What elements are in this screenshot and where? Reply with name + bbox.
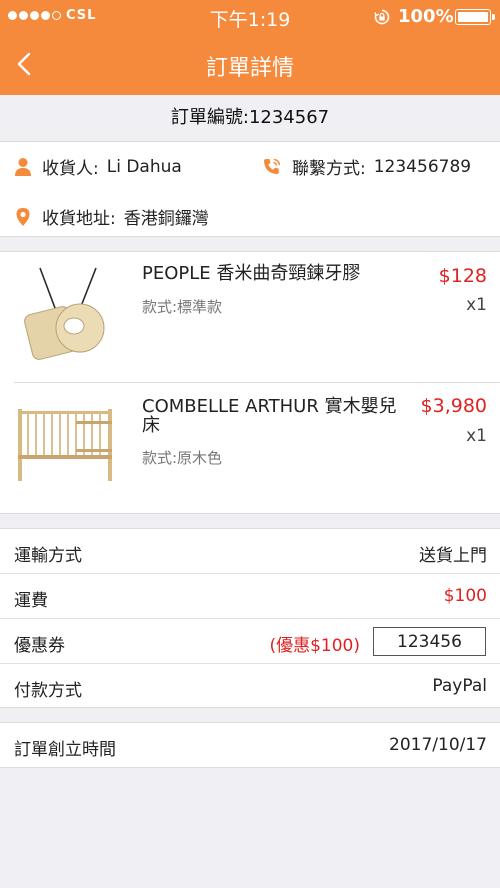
- item-price: $3,980: [420, 395, 487, 417]
- shipping-method-row[interactable]: 運輸方式 送貨上門: [0, 529, 500, 574]
- order-items: PEOPLE 香米曲奇頸鍊牙膠 款式:標準款 $128 x1 COMBELLE …: [0, 251, 500, 514]
- payment-method-row[interactable]: 付款方式 PayPal: [0, 664, 500, 709]
- payment-method-label: 付款方式: [14, 681, 82, 701]
- page-title: 訂單詳情: [205, 56, 294, 81]
- coupon-row: 優惠券 (優惠$100): [0, 619, 500, 664]
- order-item[interactable]: COMBELLE ARTHUR 實木嬰兒床 款式:原木色 $3,980 x1: [0, 383, 500, 515]
- battery-icon: [455, 9, 495, 25]
- contact-value: 123456789: [373, 156, 472, 177]
- item-variant: 款式:標準款: [142, 298, 223, 316]
- address-label: 收貨地址:: [42, 209, 116, 229]
- order-number-value: 1234567: [248, 107, 330, 128]
- item-quantity: x1: [466, 295, 487, 315]
- shipping-method-label: 運輸方式: [14, 546, 82, 566]
- coupon-discount: (優惠$100): [269, 636, 360, 656]
- baby-crib-image: [14, 397, 116, 499]
- order-item[interactable]: PEOPLE 香米曲奇頸鍊牙膠 款式:標準款 $128 x1: [0, 252, 500, 382]
- item-quantity: x1: [466, 426, 487, 446]
- coupon-label: 優惠券: [14, 636, 65, 656]
- phone-icon: [264, 158, 281, 174]
- order-created-row: 訂單創立時間 2017/10/17: [0, 722, 500, 768]
- order-created-label: 訂單創立時間: [14, 740, 116, 760]
- recipient-row: 收貨人: Li Dahua: [14, 154, 182, 179]
- shipping-method-value: 送貨上門: [419, 546, 487, 566]
- recipient-label: 收貨人:: [42, 159, 99, 179]
- order-number: 訂單編號:1234567: [0, 95, 500, 141]
- order-created-date: 2017/10/17: [389, 735, 487, 755]
- recipient-name: Li Dahua: [106, 156, 182, 177]
- order-number-label: 訂單編號:: [170, 107, 249, 128]
- person-icon: [15, 157, 31, 176]
- nav-bar: 訂單詳情: [0, 34, 500, 95]
- shipping-fee-value: $100: [443, 586, 487, 606]
- contact-label: 聯繫方式:: [292, 159, 366, 179]
- address-row: 收貨地址: 香港銅鑼灣: [14, 204, 209, 229]
- contact-row: 聯繫方式: 123456789: [262, 154, 471, 179]
- address-value: 香港銅鑼灣: [123, 209, 209, 229]
- order-details: 運輸方式 送貨上門 運費 $100 優惠券 (優惠$100) 付款方式 PayP…: [0, 528, 500, 708]
- battery-percent: 100%: [398, 6, 454, 27]
- shipping-fee-label: 運費: [14, 591, 48, 611]
- coupon-code-input[interactable]: [373, 627, 486, 656]
- item-name: PEOPLE 香米曲奇頸鍊牙膠: [142, 263, 361, 284]
- customer-info: 收貨人: Li Dahua 聯繫方式: 123456789 收貨地址: 香港銅鑼…: [0, 141, 500, 237]
- item-name: COMBELLE ARTHUR 實木嬰兒床: [142, 396, 397, 436]
- teether-necklace-image: [14, 264, 116, 366]
- status-bar: CSL 下午1:19 100%: [0, 0, 500, 34]
- rotation-lock-icon: [374, 9, 390, 25]
- item-price: $128: [438, 265, 487, 287]
- payment-method-value: PayPal: [432, 676, 487, 696]
- location-pin-icon: [16, 207, 30, 226]
- item-variant: 款式:原木色: [142, 449, 223, 467]
- shipping-fee-row: 運費 $100: [0, 574, 500, 619]
